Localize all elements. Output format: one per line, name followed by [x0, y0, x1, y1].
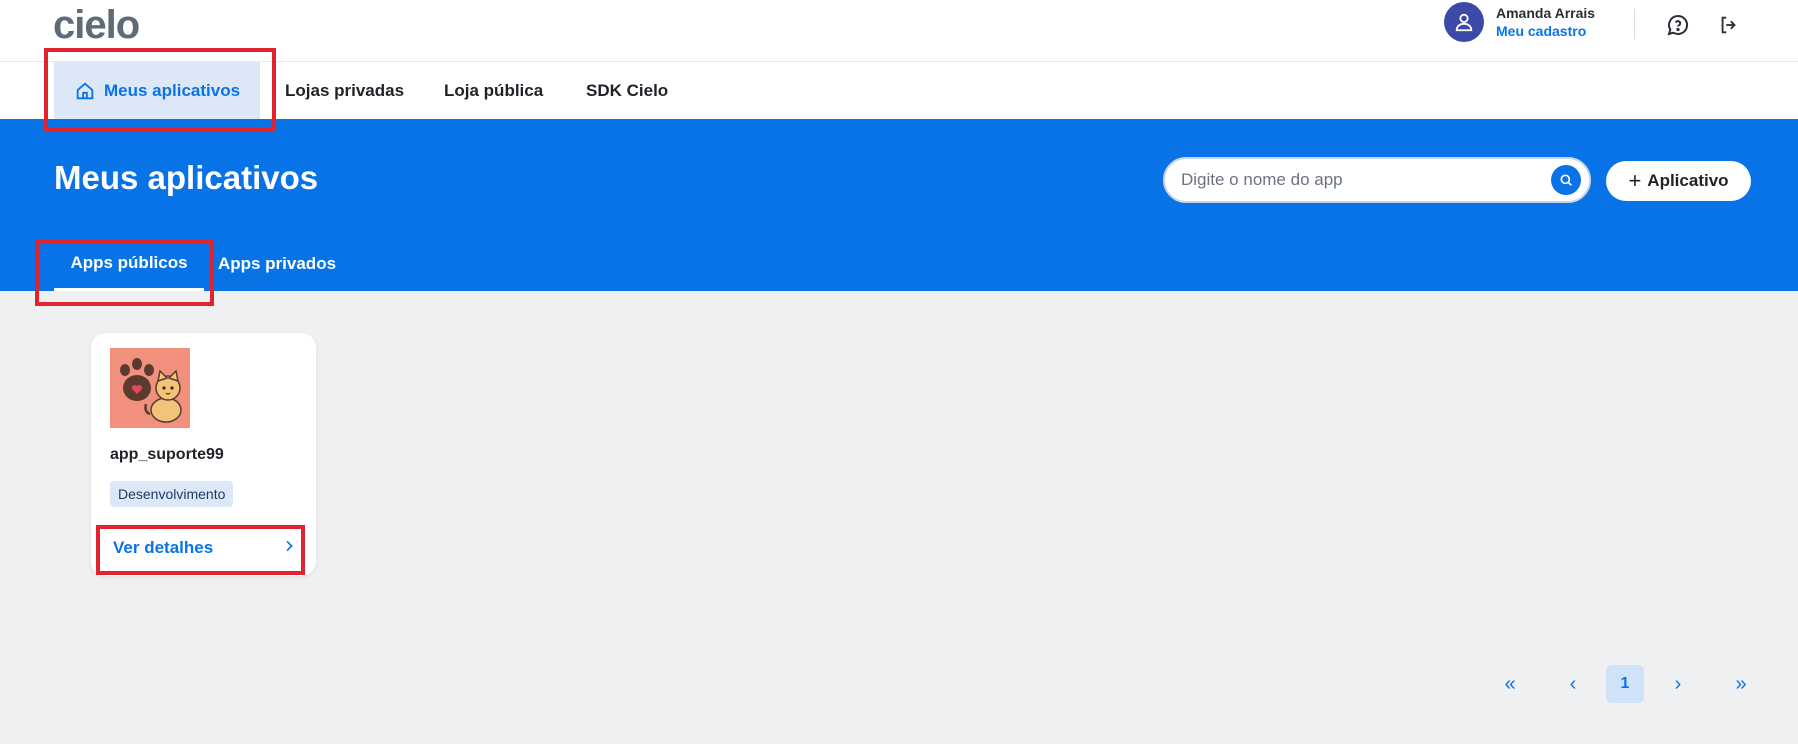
profile-link[interactable]: Meu cadastro [1496, 22, 1595, 40]
divider [1634, 9, 1635, 39]
home-icon [74, 80, 96, 102]
nav-item-lojas-privadas[interactable]: Lojas privadas [285, 62, 404, 119]
nav-item-loja-publica[interactable]: Loja pública [444, 62, 543, 119]
prev-page-icon: ‹ [1569, 672, 1577, 695]
tab-apps-publicos[interactable]: Apps públicos [54, 237, 204, 291]
pagination-first-button[interactable]: « [1491, 665, 1529, 703]
app-icon [110, 348, 190, 428]
user-name: Amanda Arrais [1496, 5, 1596, 21]
logo-text: cielo [53, 3, 140, 47]
nav-item-label: SDK Cielo [586, 80, 669, 100]
help-chat-icon[interactable] [1665, 12, 1691, 38]
nav-item-label: Loja pública [444, 80, 544, 100]
chevron-right-icon [281, 538, 297, 559]
add-app-button[interactable]: + Aplicativo [1606, 161, 1751, 201]
view-details-label: Ver detalhes [113, 538, 214, 557]
nav-item-meus-aplicativos[interactable]: Meus aplicativos [54, 62, 261, 119]
add-app-label: Aplicativo [1647, 171, 1729, 190]
first-page-icon: « [1504, 672, 1516, 695]
nav-item-label: Meus aplicativos [104, 80, 241, 100]
search-box [1163, 157, 1591, 203]
status-badge: Desenvolvimento [110, 481, 234, 507]
user-menu[interactable]: Amanda Arrais Meu cadastro [1444, 2, 1595, 42]
app-name: app_suporte99 [110, 446, 224, 463]
pagination-current-page[interactable]: 1 [1606, 665, 1644, 703]
search-input[interactable] [1165, 159, 1551, 201]
logout-icon[interactable] [1716, 12, 1742, 38]
nav-item-sdk-cielo[interactable]: SDK Cielo [586, 62, 668, 119]
pagination-last-button[interactable]: » [1722, 665, 1760, 703]
top-bar: cielo Amanda Arrais Meu cadastro [0, 0, 1798, 62]
pagination-prev-button[interactable]: ‹ [1554, 665, 1592, 703]
cielo-logo[interactable]: cielo [53, 2, 140, 48]
view-details-link[interactable]: Ver detalhes [113, 535, 297, 561]
last-page-icon: » [1735, 672, 1747, 695]
tab-apps-privados[interactable]: Apps privados [212, 237, 342, 291]
search-icon[interactable] [1551, 165, 1581, 195]
main-nav: Meus aplicativos Lojas privadas Loja púb… [0, 62, 1798, 119]
user-icon [1444, 2, 1484, 42]
current-page-number: 1 [1620, 675, 1630, 692]
tab-label: Apps públicos [70, 252, 188, 272]
next-page-icon: › [1674, 672, 1682, 695]
plus-icon: + [1628, 168, 1642, 193]
tab-label: Apps privados [217, 254, 337, 273]
pagination-next-button[interactable]: › [1659, 665, 1697, 703]
nav-item-label: Lojas privadas [285, 80, 405, 100]
page-title: Meus aplicativos [54, 159, 319, 196]
app-card: app_suporte99 Desenvolvimento Ver detalh… [91, 333, 316, 576]
page-banner: Meus aplicativos + Aplicativo Apps públi… [0, 119, 1798, 291]
